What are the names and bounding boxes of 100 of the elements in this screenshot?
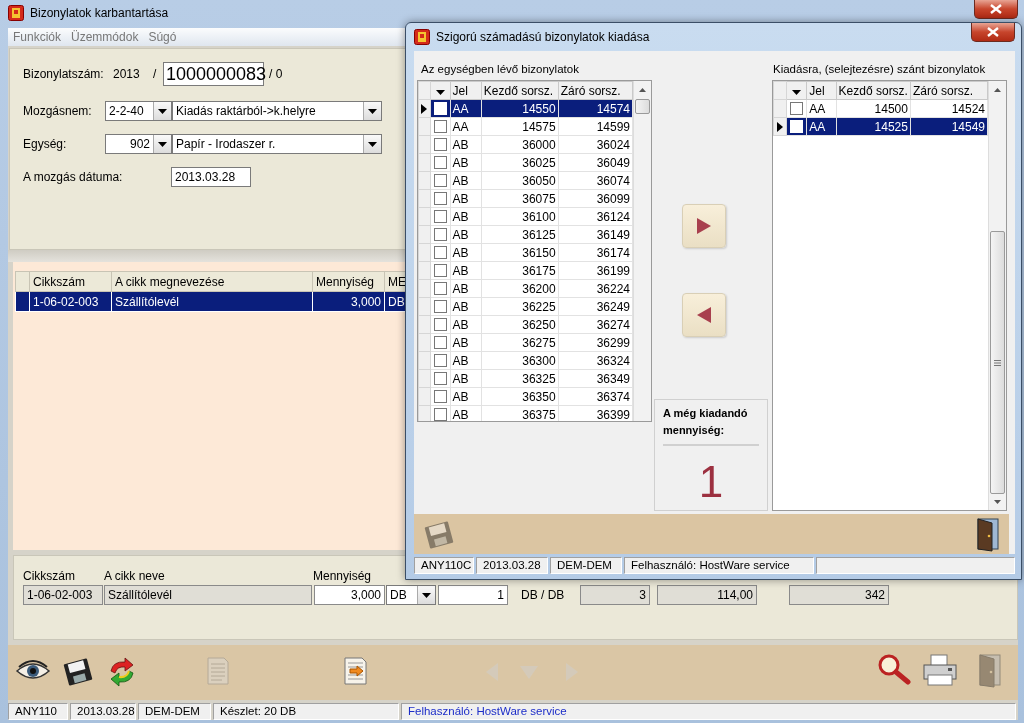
table-cell: 36149 xyxy=(558,225,633,244)
checkbox[interactable] xyxy=(790,102,804,115)
checkbox[interactable] xyxy=(433,408,447,421)
unit-ratio-text: DB / DB xyxy=(521,588,566,602)
quantity-field[interactable]: 3,000 xyxy=(314,585,385,605)
checkbox[interactable] xyxy=(433,174,447,187)
checkbox[interactable] xyxy=(433,300,447,313)
status-text: ANY110 xyxy=(8,703,68,720)
table-cell: 36275 xyxy=(481,333,559,352)
checkbox[interactable] xyxy=(433,336,447,349)
dropdown-field[interactable]: Papír - Irodaszer r. xyxy=(172,134,382,154)
column-header[interactable]: Mennyiség xyxy=(312,271,385,292)
checkbox[interactable] xyxy=(433,246,447,259)
dropdown-field[interactable]: 902 xyxy=(105,134,172,154)
table-row[interactable]: AA 14525 14549 xyxy=(773,117,988,136)
table-row[interactable]: AB 36375 36399 xyxy=(418,405,633,421)
scroll-thumb[interactable] xyxy=(635,99,650,114)
table-row[interactable]: AB 36275 36299 xyxy=(418,333,633,352)
table-row[interactable]: AB 36250 36274 xyxy=(418,315,633,334)
dropdown-icon[interactable] xyxy=(792,89,802,95)
scroll-up-icon[interactable] xyxy=(994,87,1001,92)
checkbox[interactable] xyxy=(433,192,447,205)
menu-item[interactable]: Súgó xyxy=(143,30,182,44)
checkbox[interactable] xyxy=(433,264,447,277)
dropdown-icon[interactable] xyxy=(435,89,445,95)
column-header[interactable]: Jel xyxy=(450,81,482,100)
table-cell: AB xyxy=(450,333,482,352)
table-row[interactable]: AB 36325 36349 xyxy=(418,369,633,388)
table-row[interactable]: AB 36075 36099 xyxy=(418,189,633,208)
table-row[interactable]: AB 36200 36224 xyxy=(418,279,633,298)
scroll-thumb[interactable] xyxy=(990,231,1005,494)
status-text: Készlet: 20 DB xyxy=(213,703,399,720)
column-header[interactable]: Kezdő sorsz. xyxy=(481,81,559,100)
table-row[interactable]: AB 36300 36324 xyxy=(418,351,633,370)
table-cell: 36324 xyxy=(558,351,633,370)
code-field: 1-06-02-003 xyxy=(23,585,103,605)
checkbox[interactable] xyxy=(433,210,447,223)
scroll-down-icon[interactable] xyxy=(994,499,1001,504)
status-text: Felhasználó: HostWare service xyxy=(624,557,814,574)
table-row[interactable]: AB 36150 36174 xyxy=(418,243,633,262)
column-header[interactable]: A cikk megnevezése xyxy=(111,271,313,292)
unit-dropdown[interactable]: DB xyxy=(386,585,436,605)
checkbox[interactable] xyxy=(433,228,447,241)
table-row[interactable]: AA 14500 14524 xyxy=(773,99,988,118)
column-header[interactable]: Jel xyxy=(806,81,837,100)
status-text: Felhasználó: HostWare service xyxy=(401,703,1016,720)
dialog-title: Szigorú számadású bizonylatok kiadása xyxy=(436,30,650,44)
checkbox[interactable] xyxy=(433,372,447,385)
column-header[interactable]: Záró sorsz. xyxy=(558,81,633,100)
column-header[interactable]: Kezdő sorsz. xyxy=(836,81,911,100)
checkbox[interactable] xyxy=(433,390,447,403)
checkbox[interactable] xyxy=(433,156,447,169)
table-cell: 36099 xyxy=(558,189,633,208)
count-field[interactable]: 1 xyxy=(438,585,508,605)
close-button[interactable] xyxy=(974,0,1018,19)
checkbox[interactable] xyxy=(433,282,447,295)
field-label: Mozgásnem: xyxy=(23,104,93,118)
table-row[interactable]: AA 14550 14574 xyxy=(418,99,633,118)
checkbox[interactable] xyxy=(433,120,447,133)
right-arrow-icon xyxy=(696,217,712,235)
table-row[interactable]: AB 36025 36049 xyxy=(418,153,633,172)
column-header: Mennyiség xyxy=(313,569,373,583)
date-field[interactable]: 2013.03.28 xyxy=(171,167,251,187)
name-field: Szállítólevél xyxy=(104,585,312,605)
checkbox[interactable] xyxy=(433,138,447,151)
column-header[interactable]: Záró sorsz. xyxy=(910,81,988,100)
table-cell: 36250 xyxy=(481,315,559,334)
printer-icon[interactable] xyxy=(920,653,960,687)
move-right-button[interactable] xyxy=(682,204,726,248)
table-row[interactable]: AB 36175 36199 xyxy=(418,261,633,280)
table-row[interactable]: AA 14575 14599 xyxy=(418,117,633,136)
table-cell: AB xyxy=(450,135,482,154)
scroll-up-icon[interactable] xyxy=(639,87,646,92)
checkbox[interactable] xyxy=(433,354,447,367)
table-row[interactable]: AB 36000 36024 xyxy=(418,135,633,154)
column-header[interactable]: Cikkszám xyxy=(29,271,112,292)
table-row[interactable]: AB 36100 36124 xyxy=(418,207,633,226)
table-cell: 36350 xyxy=(481,387,559,406)
checkbox[interactable] xyxy=(433,318,447,331)
table-cell: AB xyxy=(450,225,482,244)
move-left-button[interactable] xyxy=(682,293,726,337)
table-row[interactable]: AB 36050 36074 xyxy=(418,171,633,190)
table-cell: AB xyxy=(450,405,482,421)
close-button[interactable] xyxy=(971,23,1015,42)
status-text: 2013.03.28 xyxy=(476,557,548,574)
field-label: A mozgás dátuma: xyxy=(23,170,124,184)
table-row[interactable]: AB 36225 36249 xyxy=(418,297,633,316)
dropdown-field[interactable]: Kiadás raktárból->k.helyre xyxy=(172,101,382,121)
table-cell: 14524 xyxy=(910,99,988,118)
table-row[interactable]: AB 36350 36374 xyxy=(418,387,633,406)
search-icon[interactable] xyxy=(876,653,912,685)
table-row[interactable]: AB 36125 36149 xyxy=(418,225,633,244)
menu-item[interactable]: Funkciók xyxy=(8,30,67,44)
table-cell: AA xyxy=(450,117,482,136)
menu-item[interactable]: Üzemmódok xyxy=(66,30,144,44)
dropdown-field[interactable]: 2-2-40 xyxy=(105,101,172,121)
status-text: 2013.03.28 xyxy=(70,703,136,720)
remaining-label: A még kiadandó mennyiség: xyxy=(663,406,749,438)
document-number-field[interactable]: 1000000083 xyxy=(163,62,264,86)
row-pointer-icon xyxy=(421,103,428,114)
